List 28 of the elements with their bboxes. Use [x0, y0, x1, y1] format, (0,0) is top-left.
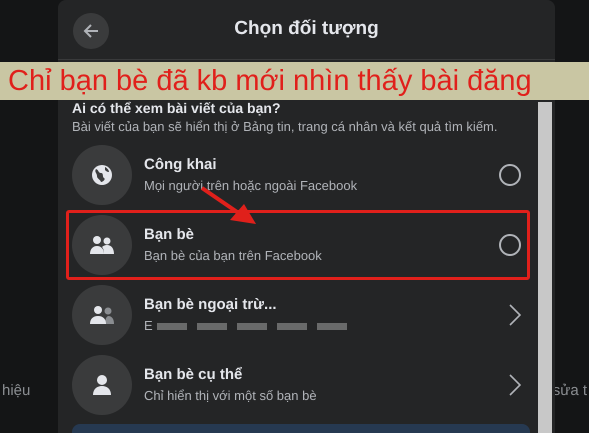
section-description: Bài viết của bạn sẽ hiển thị ở Bảng tin, trang cá nhân và kết quả tìm kiếm.: [72, 119, 498, 136]
back-arrow-icon: [83, 23, 99, 39]
two-people-icon: [89, 304, 115, 325]
chevron-right-icon: [509, 374, 521, 396]
radio-button[interactable]: [499, 164, 521, 186]
radio-button[interactable]: [499, 234, 521, 256]
background-text: hiệu: [2, 381, 30, 401]
audience-option[interactable]: Công khai Mọi người trên hoặc ngoài Facebook: [66, 140, 530, 210]
option-subtitle: Chỉ hiển thị với một số bạn bè: [144, 387, 317, 406]
option-title: Bạn bè: [144, 224, 196, 245]
audience-option[interactable]: Bạn bè Bạn bè của bạn trên Facebook: [66, 210, 530, 280]
audience-option[interactable]: Bạn bè ngoại trừ... E: [66, 280, 530, 350]
audience-option[interactable]: Bạn bè cụ thể Chỉ hiển thị với một số bạn bè: [66, 350, 530, 420]
section-heading: Ai có thể xem bài viết của bạn?: [72, 99, 282, 118]
globe-icon: [90, 162, 114, 187]
option-title: Bạn bè cụ thể: [144, 364, 244, 385]
dialog-title: Chọn đối tượng: [234, 17, 379, 42]
chevron-right-icon: [509, 304, 521, 326]
option-subtitle: Mọi người trên hoặc ngoài Facebook: [144, 177, 358, 196]
scrollbar[interactable]: [538, 102, 552, 433]
option-title: Bạn bè ngoại trừ...: [144, 294, 278, 315]
option-subtitle: Bạn bè của bạn trên Facebook: [144, 247, 322, 266]
annotation-banner: Chỉ bạn bè đã kb mới nhìn thấy bài đăng: [0, 62, 589, 100]
two-people-icon: [89, 234, 115, 255]
back-button[interactable]: [73, 13, 109, 49]
person-icon: [92, 374, 112, 396]
option-title: Công khai: [144, 154, 218, 175]
option-subtitle: E: [144, 317, 153, 336]
